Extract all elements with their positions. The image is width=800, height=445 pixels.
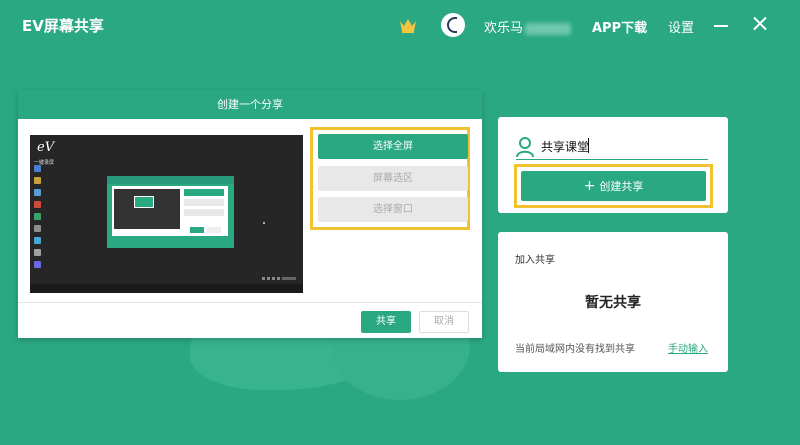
minimize-icon[interactable] xyxy=(714,25,728,27)
close-icon[interactable] xyxy=(750,14,770,34)
desktop-icon xyxy=(34,213,41,220)
username-redacted xyxy=(525,22,572,35)
divider xyxy=(18,302,482,303)
app-title: EV屏幕共享 xyxy=(22,17,104,35)
avatar[interactable] xyxy=(441,13,465,37)
create-share-button[interactable]: + 创建共享 xyxy=(521,171,706,201)
share-name-input[interactable] xyxy=(541,137,707,155)
preview-logo: eV xyxy=(37,140,55,155)
join-share-card: 加入共享 暂无共享 当前局域网内没有找到共享 手动输入 xyxy=(498,232,728,372)
tray-icons xyxy=(262,277,296,280)
empty-state-title: 暂无共享 xyxy=(585,295,641,311)
desktop-icon xyxy=(34,201,41,208)
empty-state-description: 当前局域网内没有找到共享 xyxy=(515,344,635,355)
user-icon xyxy=(516,137,534,158)
manual-input-link[interactable]: 手动输入 xyxy=(668,340,708,355)
select-window-button[interactable]: 选择窗口 xyxy=(318,197,468,222)
desktop-icon xyxy=(34,177,41,184)
screen-preview[interactable]: eV 一键录屏 xyxy=(30,135,303,293)
username[interactable]: 欢乐马 xyxy=(484,17,572,36)
desktop-icon xyxy=(34,237,41,244)
preview-app-window xyxy=(107,176,234,248)
settings-link[interactable]: 设置 xyxy=(668,17,694,36)
join-share-title: 加入共享 xyxy=(515,255,555,266)
create-share-card: +创建共享 xyxy=(498,117,728,213)
create-share-label: 创建共享 xyxy=(599,180,644,193)
cancel-button[interactable]: 取消 xyxy=(419,311,469,333)
desktop-icon xyxy=(34,249,41,256)
desktop-icon xyxy=(34,189,41,196)
crown-icon[interactable] xyxy=(398,16,418,34)
cursor-dot xyxy=(263,222,265,224)
plus-icon: + xyxy=(583,178,596,194)
title-bar: EV屏幕共享 欢乐马 APP下载 设置 xyxy=(0,0,800,52)
preview-taskbar xyxy=(30,284,303,293)
dialog-title: 创建一个分享 xyxy=(18,90,482,119)
text-caret xyxy=(588,138,589,153)
app-download-link[interactable]: APP下载 xyxy=(592,17,647,36)
input-underline xyxy=(516,159,708,160)
capture-options: 选择全屏 屏幕选区 选择窗口 xyxy=(310,127,470,230)
create-button-highlight: + 创建共享 xyxy=(514,164,713,208)
desktop-icon xyxy=(34,261,41,268)
share-button[interactable]: 共享 xyxy=(361,311,411,333)
create-share-dialog: 创建一个分享 eV 一键录屏 选择全屏 屏幕选区 选择窗口 共享 取消 xyxy=(18,90,482,338)
desktop-icon xyxy=(34,225,41,232)
username-text: 欢乐马 xyxy=(484,21,524,36)
desktop-icon xyxy=(34,165,41,172)
select-region-button[interactable]: 屏幕选区 xyxy=(318,166,468,191)
select-fullscreen-button[interactable]: 选择全屏 xyxy=(318,134,468,159)
